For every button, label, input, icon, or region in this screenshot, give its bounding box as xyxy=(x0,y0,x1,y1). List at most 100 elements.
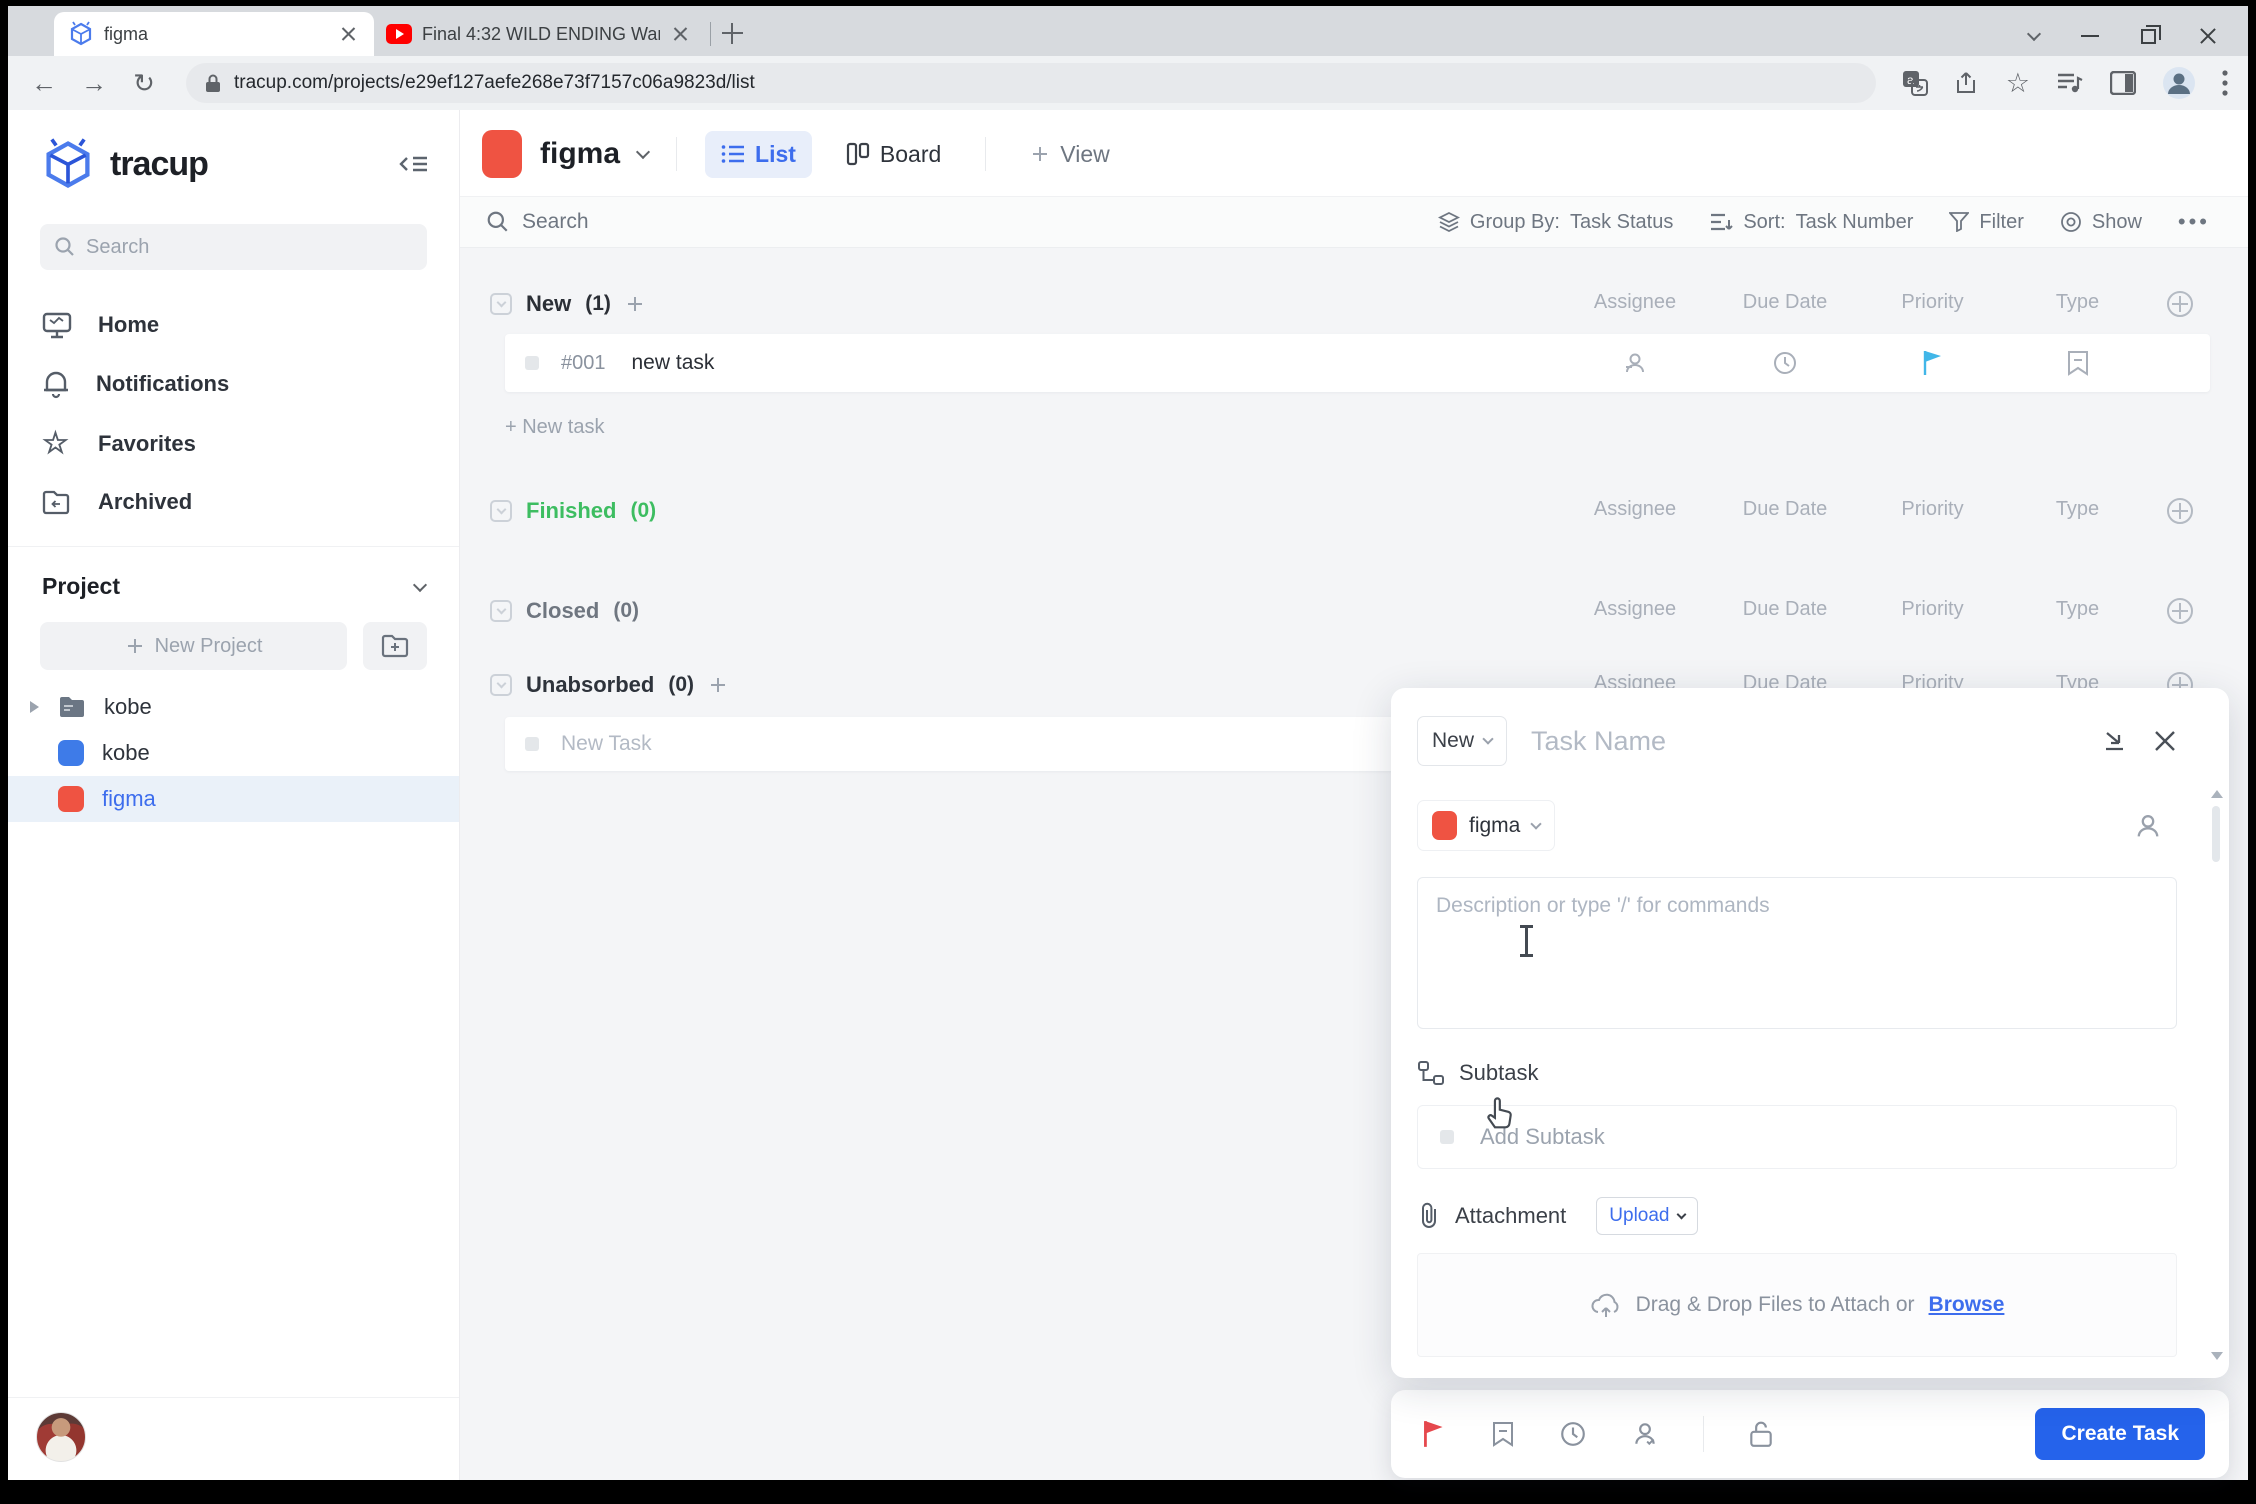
priority-flag-icon[interactable] xyxy=(1421,1419,1447,1449)
close-window-icon[interactable] xyxy=(2198,26,2218,46)
minimize-window-icon[interactable] xyxy=(2081,35,2099,37)
youtube-icon xyxy=(386,24,412,44)
address-bar[interactable]: tracup.com/projects/e29ef127aefe268e73f7… xyxy=(186,63,1876,103)
assignee-picker-icon[interactable] xyxy=(2133,811,2163,841)
sort-value: Task Number xyxy=(1796,211,1914,234)
add-task-icon[interactable] xyxy=(625,294,645,314)
new-task-link[interactable]: + New task xyxy=(505,416,604,439)
group-count: (0) xyxy=(668,673,694,697)
bookmark-star-icon[interactable]: ☆ xyxy=(2006,70,2030,97)
sidebar-search-input[interactable]: Search xyxy=(40,224,427,270)
expand-arrow-icon[interactable] xyxy=(30,701,39,713)
browser-tab-youtube[interactable]: Final 4:32 WILD ENDING Warr xyxy=(374,12,704,56)
group-name[interactable]: Closed xyxy=(526,598,599,624)
collapse-sidebar-icon[interactable] xyxy=(397,151,431,177)
group-header-finished: Finished (0) Assignee Due Date Priority … xyxy=(490,491,2210,531)
project-item-figma[interactable]: figma xyxy=(8,776,459,822)
group-count: (0) xyxy=(613,599,639,623)
scroll-down-icon[interactable] xyxy=(2211,1352,2223,1360)
add-view-button[interactable]: View xyxy=(1014,131,1125,178)
window-menu-icon[interactable] xyxy=(2027,27,2041,41)
sidebar-item-favorites[interactable]: ☆ Favorites xyxy=(8,414,459,474)
new-project-label: New Project xyxy=(155,635,263,658)
close-tab-icon[interactable] xyxy=(670,23,692,45)
reading-list-icon[interactable] xyxy=(2110,71,2136,95)
group-name[interactable]: Unabsorbed xyxy=(526,672,654,698)
filter-control[interactable]: Filter xyxy=(1949,211,2023,234)
upload-dropdown-button[interactable]: Upload xyxy=(1596,1197,1697,1235)
column-header-type: Type xyxy=(2005,598,2150,624)
sort-control[interactable]: Sort: Task Number xyxy=(1709,211,1913,234)
tab-title: figma xyxy=(104,24,328,45)
add-task-icon[interactable] xyxy=(708,675,728,695)
project-item-kobe[interactable]: kobe xyxy=(8,730,459,776)
add-column-icon[interactable] xyxy=(2167,598,2193,624)
modal-scrollbar[interactable] xyxy=(2209,784,2223,1366)
project-selector-dropdown[interactable]: figma xyxy=(1417,800,1555,851)
description-input[interactable]: Description or type '/' for commands xyxy=(1417,877,2177,1029)
translate-icon[interactable]: a xyxy=(1902,70,1928,96)
task-title[interactable]: new task xyxy=(632,351,715,375)
task-name-input[interactable]: Task Name xyxy=(1531,726,2077,757)
task-status-dropdown[interactable]: New xyxy=(1417,716,1507,766)
reload-icon[interactable]: ↻ xyxy=(128,68,160,99)
add-subtask-input[interactable]: Add Subtask xyxy=(1417,1105,2177,1169)
task-type-icon[interactable] xyxy=(2066,350,2090,376)
priority-flag-icon[interactable] xyxy=(1921,349,1945,377)
lock-privacy-icon[interactable] xyxy=(1748,1420,1774,1448)
tab-board-view[interactable]: Board xyxy=(830,131,957,178)
sidebar-item-home[interactable]: Home xyxy=(8,296,459,354)
add-folder-button[interactable] xyxy=(363,622,427,670)
column-header-type: Type xyxy=(2005,498,2150,524)
share-icon[interactable] xyxy=(1954,70,1980,96)
scroll-up-icon[interactable] xyxy=(2211,790,2223,798)
restore-window-icon[interactable] xyxy=(2141,29,2156,44)
add-column-icon[interactable] xyxy=(2167,498,2193,524)
group-name[interactable]: Finished xyxy=(526,498,616,524)
close-icon[interactable] xyxy=(2153,729,2177,753)
group-collapse-checkbox[interactable] xyxy=(490,674,512,696)
sidebar-item-label: Notifications xyxy=(96,371,229,397)
forward-icon[interactable]: → xyxy=(78,68,110,99)
group-name[interactable]: New xyxy=(526,291,571,317)
due-date-icon[interactable] xyxy=(1559,1420,1587,1448)
browse-link[interactable]: Browse xyxy=(1929,1293,2005,1317)
new-tab-button[interactable] xyxy=(717,18,747,48)
playlist-extension-icon[interactable] xyxy=(2056,71,2084,95)
table-row-task-001[interactable]: #001 new task xyxy=(505,334,2210,392)
project-item-kobe-folder[interactable]: kobe xyxy=(8,684,459,730)
search-tasks-input[interactable]: Search xyxy=(522,210,589,234)
sidebar-item-notifications[interactable]: Notifications xyxy=(8,354,459,414)
drag-handle[interactable] xyxy=(525,356,539,370)
group-by-control[interactable]: Group By: Task Status xyxy=(1438,211,1673,234)
browser-tab-tracup[interactable]: figma xyxy=(54,12,374,56)
group-collapse-checkbox[interactable] xyxy=(490,500,512,522)
user-avatar[interactable] xyxy=(36,1412,86,1462)
back-icon[interactable]: ← xyxy=(28,68,60,99)
profile-avatar-icon[interactable] xyxy=(2162,66,2196,100)
bell-icon xyxy=(42,369,70,399)
tab-list-view[interactable]: List xyxy=(705,131,812,178)
more-options-icon[interactable]: ••• xyxy=(2178,209,2210,235)
kebab-menu-icon[interactable] xyxy=(2222,70,2228,96)
description-placeholder: Description or type '/' for commands xyxy=(1436,894,1770,917)
due-date-icon[interactable] xyxy=(1772,350,1798,376)
new-project-button[interactable]: New Project xyxy=(40,622,347,670)
group-collapse-checkbox[interactable] xyxy=(490,600,512,622)
task-type-icon[interactable] xyxy=(1491,1420,1515,1448)
chevron-down-icon[interactable] xyxy=(413,577,427,591)
minimize-modal-icon[interactable] xyxy=(2101,728,2127,754)
sidebar-item-archived[interactable]: Archived xyxy=(8,474,459,530)
add-column-icon[interactable] xyxy=(2167,291,2193,317)
chevron-down-icon[interactable] xyxy=(636,145,650,159)
close-tab-icon[interactable] xyxy=(338,23,360,45)
group-collapse-checkbox[interactable] xyxy=(490,293,512,315)
scrollbar-thumb[interactable] xyxy=(2212,806,2220,862)
file-dropzone[interactable]: Drag & Drop Files to Attach or Browse xyxy=(1417,1253,2177,1357)
assignee-icon[interactable] xyxy=(1622,350,1648,376)
column-header-priority: Priority xyxy=(1860,498,2005,524)
create-task-button[interactable]: Create Task xyxy=(2035,1408,2205,1460)
show-control[interactable]: Show xyxy=(2060,211,2142,234)
assignee-icon[interactable] xyxy=(1631,1420,1659,1448)
tracup-logo-icon xyxy=(40,136,96,192)
